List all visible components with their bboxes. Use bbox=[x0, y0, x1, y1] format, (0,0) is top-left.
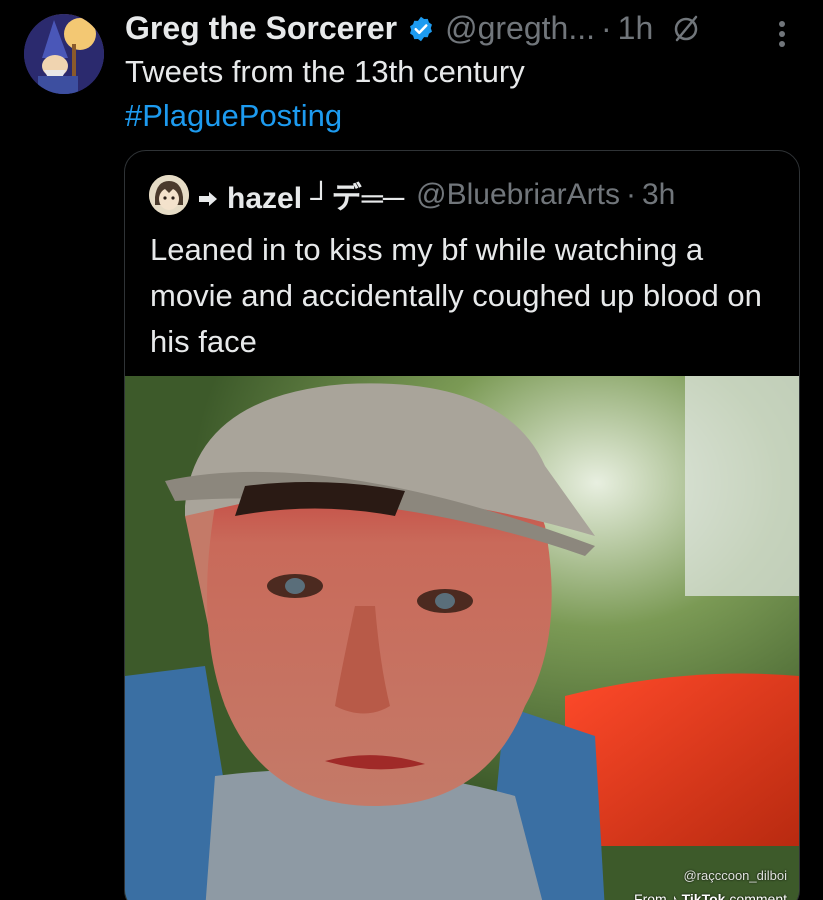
separator-dot: · bbox=[601, 9, 612, 46]
watermark-brand: TikTok bbox=[681, 891, 726, 900]
media-watermark-user: @raçccoon_dilboi bbox=[683, 868, 787, 883]
tweet-header: Greg the Sorcerer @gregth... · 1h bbox=[125, 6, 701, 50]
tweet-text: Tweets from the 13th century bbox=[125, 54, 525, 89]
quoted-tweet-time[interactable]: 3h bbox=[642, 178, 675, 212]
quoted-author-name[interactable]: hazel ┘デ═─ bbox=[227, 173, 404, 217]
quoted-author-handle[interactable]: @BluebriarArts bbox=[416, 178, 620, 212]
watermark-suffix: comment bbox=[729, 891, 787, 900]
more-options-icon[interactable] bbox=[770, 14, 794, 54]
quoted-tweet-text: Leaned in to kiss my bf while watching a… bbox=[150, 232, 762, 359]
tweet[interactable]: Greg the Sorcerer @gregth... · 1h Tweets… bbox=[0, 0, 823, 900]
quoted-tweet-header: hazel ┘デ═─ @BluebriarArts · 3h bbox=[149, 175, 675, 215]
tweet-time[interactable]: 1h bbox=[618, 10, 654, 47]
media-image bbox=[125, 376, 799, 900]
separator-dot: · bbox=[626, 178, 636, 211]
media-watermark-tiktok: From ♪ TikTok comment bbox=[634, 891, 787, 900]
watermark-from: From bbox=[634, 891, 667, 900]
muted-icon bbox=[671, 13, 701, 43]
tiktok-icon: ♪ bbox=[666, 891, 678, 900]
quoted-tweet-media[interactable]: @raçccoon_dilboi From ♪ TikTok comment bbox=[125, 376, 799, 900]
hashtag-link[interactable]: #PlaguePosting bbox=[125, 96, 342, 136]
author-handle[interactable]: @gregth... bbox=[445, 10, 595, 47]
quoted-author-avatar[interactable] bbox=[149, 175, 189, 215]
author-name[interactable]: Greg the Sorcerer bbox=[125, 10, 397, 47]
author-avatar[interactable] bbox=[24, 14, 104, 94]
verified-badge-icon bbox=[407, 14, 435, 42]
pointing-hand-icon bbox=[197, 184, 219, 206]
quoted-tweet[interactable]: hazel ┘デ═─ @BluebriarArts · 3h Leaned in… bbox=[124, 150, 800, 900]
